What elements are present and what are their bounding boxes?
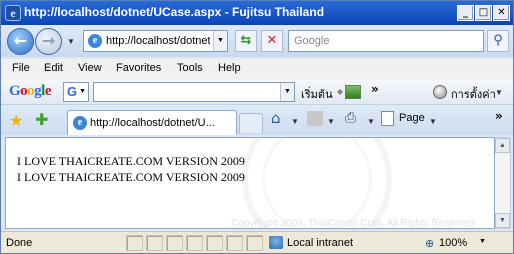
- intranet-zone-icon: [269, 236, 283, 249]
- address-input[interactable]: http://localhost/dotnet/UCase.aspx: [106, 35, 210, 47]
- scroll-down-arrow-icon[interactable]: ▼: [495, 213, 510, 228]
- minimize-button[interactable]: _: [457, 5, 474, 21]
- window-title: http://localhost/dotnet/UCase.aspx - Fuj…: [24, 5, 325, 19]
- status-segment: [126, 235, 143, 251]
- print-icon[interactable]: ⎙: [345, 110, 361, 126]
- home-icon[interactable]: ⌂: [271, 109, 287, 127]
- scroll-up-arrow-icon[interactable]: ▲: [495, 138, 510, 153]
- stop-button[interactable]: ✕: [261, 30, 283, 52]
- recent-pages-dropdown-icon[interactable]: ▼: [67, 37, 75, 46]
- page-icon: [381, 111, 394, 126]
- google-toolbar: Google G ▼ ▼ เริ่มต้น ◆ » การตั้งค่า ▼: [1, 79, 513, 105]
- google-go-button[interactable]: เริ่มต้น: [301, 85, 333, 103]
- browser-window: e http://localhost/dotnet/UCase.aspx - F…: [0, 0, 514, 254]
- ie-logo-icon: e: [5, 5, 21, 21]
- tab-ie-icon: e: [73, 116, 87, 130]
- google-search-input[interactable]: ▼: [93, 82, 295, 102]
- page-content: I LOVE THAICREATE.COM VERSION 2009 I LOV…: [5, 137, 495, 229]
- copyright-watermark: CopyRight 2009, ThaiCreate.Com, All Righ…: [231, 218, 475, 229]
- menu-help[interactable]: Help: [218, 62, 241, 74]
- feeds-icon[interactable]: [307, 111, 323, 126]
- back-button[interactable]: ←: [7, 28, 34, 55]
- menu-file[interactable]: File: [12, 62, 30, 74]
- status-segment: [226, 235, 243, 251]
- title-bar: e http://localhost/dotnet/UCase.aspx - F…: [1, 1, 513, 25]
- zoom-level[interactable]: 100%: [439, 237, 467, 249]
- tab-title: http://localhost/dotnet/U...: [90, 117, 215, 129]
- status-segment: [246, 235, 263, 251]
- google-search-type-dropdown[interactable]: G ▼: [63, 82, 89, 102]
- address-bar[interactable]: e http://localhost/dotnet/UCase.aspx ▼: [83, 30, 228, 52]
- status-segment: [206, 235, 223, 251]
- status-segment: [146, 235, 163, 251]
- feeds-dropdown-icon[interactable]: ▼: [327, 117, 335, 126]
- home-dropdown-icon[interactable]: ▼: [291, 117, 299, 126]
- search-placeholder: Google: [294, 35, 330, 47]
- status-segment: [166, 235, 183, 251]
- tab-active[interactable]: e http://localhost/dotnet/U...: [67, 110, 237, 135]
- google-logo: Google: [9, 83, 52, 99]
- image-search-icon[interactable]: [345, 85, 361, 99]
- favorites-star-icon[interactable]: ★: [9, 111, 23, 130]
- menu-bar: File Edit View Favorites Tools Help: [1, 59, 513, 79]
- page-menu-button[interactable]: Page: [399, 112, 425, 124]
- print-dropdown-icon[interactable]: ▼: [367, 117, 375, 126]
- settings-dropdown-icon[interactable]: ▼: [495, 88, 503, 97]
- search-input[interactable]: Google: [288, 30, 484, 52]
- search-button[interactable]: ⚲: [487, 30, 509, 52]
- status-text: Done: [6, 237, 33, 249]
- zoom-magnifier-icon[interactable]: ⊕: [425, 237, 434, 250]
- more-tools-chevron-icon[interactable]: »: [371, 82, 379, 96]
- close-button[interactable]: ✕: [493, 5, 510, 21]
- page-ie-icon: e: [88, 34, 102, 48]
- page-dropdown-icon[interactable]: ▼: [429, 117, 437, 126]
- menu-tools[interactable]: Tools: [177, 62, 203, 74]
- google-search-dropdown-icon[interactable]: ▼: [280, 83, 294, 101]
- settings-icon[interactable]: [433, 85, 447, 99]
- status-segment: [186, 235, 203, 251]
- add-favorites-icon[interactable]: ✚: [35, 110, 48, 129]
- vertical-scrollbar[interactable]: ▲ ▼: [495, 137, 511, 229]
- maximize-button[interactable]: □: [475, 5, 492, 21]
- menu-view[interactable]: View: [78, 62, 102, 74]
- google-settings-button[interactable]: การตั้งค่า: [451, 85, 496, 103]
- security-zone[interactable]: Local intranet: [287, 237, 353, 249]
- status-bar: Done Local intranet ⊕ 100% ▼: [1, 231, 513, 253]
- address-dropdown-icon[interactable]: ▼: [213, 31, 227, 51]
- refresh-button[interactable]: ⇆: [235, 30, 257, 52]
- tab-row: ★ ✚ e http://localhost/dotnet/U... ⌂ ▼ ▼…: [1, 105, 513, 135]
- more-commands-chevron-icon[interactable]: »: [495, 109, 503, 123]
- zoom-dropdown-icon[interactable]: ▼: [479, 238, 486, 245]
- menu-favorites[interactable]: Favorites: [116, 62, 161, 74]
- menu-edit[interactable]: Edit: [44, 62, 63, 74]
- separator-arrow-icon: ◆: [337, 87, 344, 96]
- content-line: I LOVE THAICREATE.COM VERSION 2009: [17, 154, 245, 168]
- forward-button[interactable]: →: [35, 28, 62, 55]
- watermark-seal-inner: [262, 138, 372, 228]
- content-line: I LOVE THAICREATE.COM VERSION 2009: [17, 170, 245, 184]
- address-toolbar: ← → ▼ e http://localhost/dotnet/UCase.as…: [1, 25, 513, 57]
- new-tab-button[interactable]: [239, 113, 263, 133]
